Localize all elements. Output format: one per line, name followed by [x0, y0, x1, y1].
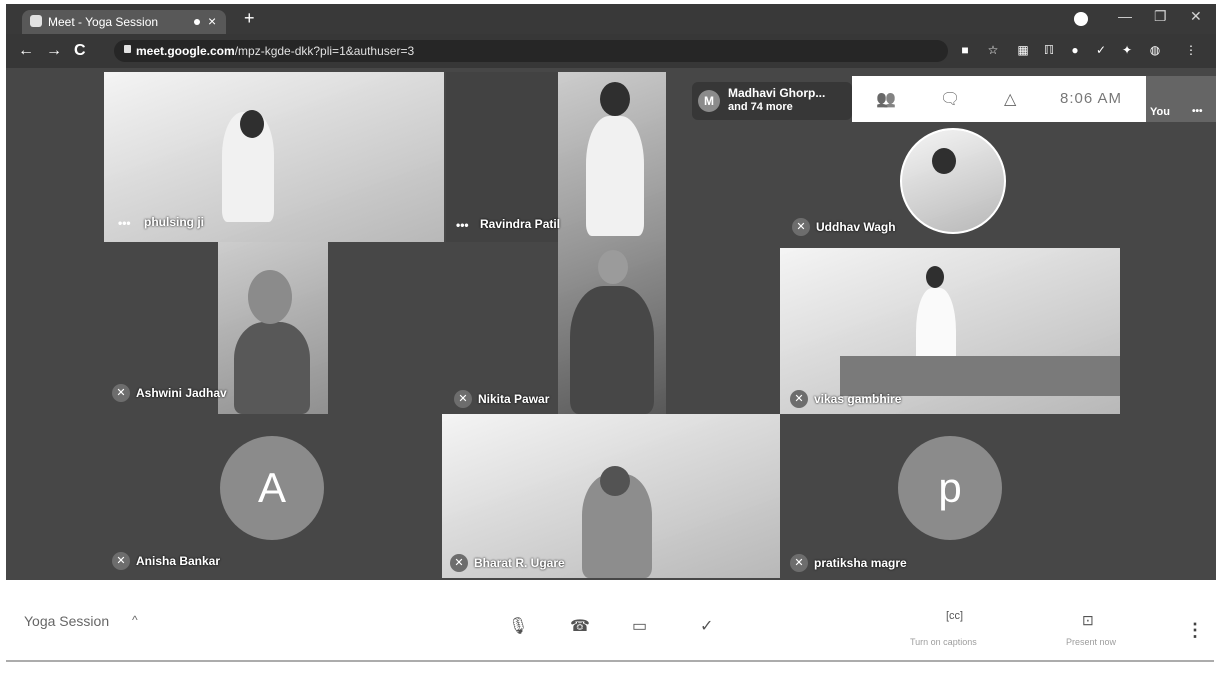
participant-name: Bharat R. Ugare	[474, 556, 565, 570]
extension-icon[interactable]: ▦	[1016, 43, 1030, 57]
more-options-icon[interactable]: •••	[456, 218, 469, 232]
new-tab-button[interactable]: +	[244, 8, 255, 29]
present-now-button-label[interactable]: Present now	[1066, 637, 1116, 647]
participant-avatar: A	[220, 436, 324, 540]
microphone-button[interactable]: 🎙	[508, 616, 528, 636]
sofa	[840, 356, 1120, 396]
participant-figure	[570, 286, 654, 414]
more-options-icon[interactable]: •••	[118, 216, 131, 230]
mic-off-icon: ✕	[450, 554, 468, 572]
participant-tile[interactable]: ✕ Ashwini Jadhav	[104, 242, 444, 414]
browser-toolbar: ← → C meet.google.com/mpz-kgde-dkk?pli=1…	[6, 34, 1216, 68]
page-edge-divider	[6, 660, 1214, 662]
more-options-icon[interactable]: ⋮	[1186, 620, 1204, 641]
mic-off-icon: ✕	[112, 384, 130, 402]
camera-button[interactable]: ▭	[632, 616, 647, 636]
chrome-profile-icon[interactable]	[1074, 12, 1088, 26]
reload-button[interactable]: C	[74, 42, 86, 60]
url-text: meet.google.com/mpz-kgde-dkk?pli=1&authu…	[136, 44, 415, 58]
participants-summary-more: and 74 more	[728, 101, 793, 113]
self-more-options-icon[interactable]: •••	[1192, 106, 1203, 117]
participant-avatar-photo	[900, 128, 1006, 234]
people-icon[interactable]: 👥	[876, 89, 896, 109]
hang-up-button[interactable]: ☎	[570, 616, 590, 636]
forward-button[interactable]: →	[46, 42, 62, 60]
participant-head	[248, 270, 292, 324]
meeting-top-controls: 👥 🗨 △ 8:06 AM	[852, 76, 1148, 122]
tab-title: Meet - Yoga Session	[48, 15, 159, 29]
participant-tile[interactable]: A ✕ Anisha Bankar	[104, 414, 442, 578]
participants-summary-name: Madhavi Ghorp...	[728, 86, 826, 100]
participant-head	[600, 466, 630, 496]
participant-head	[926, 266, 944, 288]
restore-button[interactable]: ❐	[1154, 8, 1167, 25]
participant-head	[932, 148, 956, 174]
address-bar[interactable]: meet.google.com/mpz-kgde-dkk?pli=1&authu…	[114, 40, 948, 62]
participant-head	[600, 82, 630, 116]
meet-favicon-icon	[30, 15, 42, 27]
participants-summary[interactable]: M Madhavi Ghorp... and 74 more	[692, 82, 852, 120]
back-button[interactable]: ←	[18, 42, 34, 60]
self-view-label: You	[1150, 106, 1170, 118]
account-avatar-icon[interactable]: ◍	[1148, 43, 1162, 57]
extension-check-icon[interactable]: ✓	[1094, 43, 1108, 57]
self-view-tile[interactable]: You •••	[1146, 76, 1216, 122]
participant-head	[598, 250, 628, 284]
check-button[interactable]: ✓	[700, 616, 713, 636]
mic-off-icon: ✕	[112, 552, 130, 570]
activities-icon[interactable]: △	[1004, 89, 1016, 109]
participant-figure	[234, 322, 310, 414]
participant-tile[interactable]: ✕ Uddhav Wagh	[784, 124, 1118, 242]
meeting-clock: 8:06 AM	[1060, 90, 1123, 107]
minimize-button[interactable]: —	[1118, 8, 1132, 24]
lock-icon	[124, 45, 131, 53]
participant-name: Anisha Bankar	[136, 554, 221, 568]
close-window-button[interactable]: ✕	[1190, 8, 1202, 25]
extensions-puzzle-icon[interactable]: ✦	[1120, 43, 1134, 57]
tab-close-icon[interactable]: ×	[208, 13, 216, 29]
participant-name: phulsing ji	[144, 215, 204, 229]
extension-icon[interactable]: ●	[1068, 43, 1082, 57]
mic-off-icon: ✕	[790, 554, 808, 572]
participant-tile[interactable]: ✕ Nikita Pawar	[446, 242, 666, 414]
browser-titlebar: Meet - Yoga Session × + — ❐ ✕	[6, 4, 1216, 34]
participant-figure	[586, 116, 644, 236]
mic-off-icon: ✕	[790, 390, 808, 408]
chat-icon[interactable]: 🗨	[940, 89, 960, 109]
participant-head	[240, 110, 264, 138]
participant-tile[interactable]: ✕ vikas gambhire	[780, 248, 1120, 414]
participant-avatar: p	[898, 436, 1002, 540]
mic-off-icon: ✕	[454, 390, 472, 408]
participant-name: Uddhav Wagh	[816, 220, 896, 234]
participant-name: pratiksha magre	[814, 556, 907, 570]
chevron-up-icon[interactable]: ^	[132, 613, 138, 627]
video-grid: ••• phulsing ji ••• Ravindra Patil ✕ Udd…	[6, 68, 1216, 580]
participant-name: Nikita Pawar	[478, 392, 550, 406]
meeting-control-bar: Yoga Session ^ 🎙 ☎ ▭ ✓ [cc] Turn on capt…	[0, 580, 1216, 660]
participant-tile[interactable]: ••• Ravindra Patil	[446, 72, 666, 242]
captions-icon[interactable]: [cc]	[946, 610, 963, 622]
extension-icon[interactable]: ℿ	[1042, 43, 1056, 57]
meeting-title[interactable]: Yoga Session	[24, 613, 109, 629]
bookmark-star-icon[interactable]: ☆	[986, 43, 1000, 57]
participant-tile[interactable]: p ✕ pratiksha magre	[782, 414, 1120, 578]
participant-name: vikas gambhire	[814, 392, 902, 406]
present-now-icon[interactable]: ⊡	[1082, 612, 1094, 629]
recording-dot-icon	[194, 19, 200, 25]
captions-button-label[interactable]: Turn on captions	[910, 637, 977, 647]
camera-extension-icon[interactable]: ■	[958, 43, 972, 57]
participant-tile[interactable]: ✕ Bharat R. Ugare	[442, 414, 780, 578]
participant-tile[interactable]: ••• phulsing ji	[104, 72, 444, 242]
participant-initial-avatar: M	[698, 90, 720, 112]
participant-name: Ravindra Patil	[480, 217, 561, 231]
browser-tab[interactable]: Meet - Yoga Session ×	[22, 10, 226, 34]
participant-name: Ashwini Jadhav	[136, 386, 227, 400]
browser-menu-icon[interactable]: ⋮	[1184, 43, 1198, 57]
meet-window: Meet - Yoga Session × + — ❐ ✕ ← → C meet…	[0, 0, 1216, 674]
mic-off-icon: ✕	[792, 218, 810, 236]
